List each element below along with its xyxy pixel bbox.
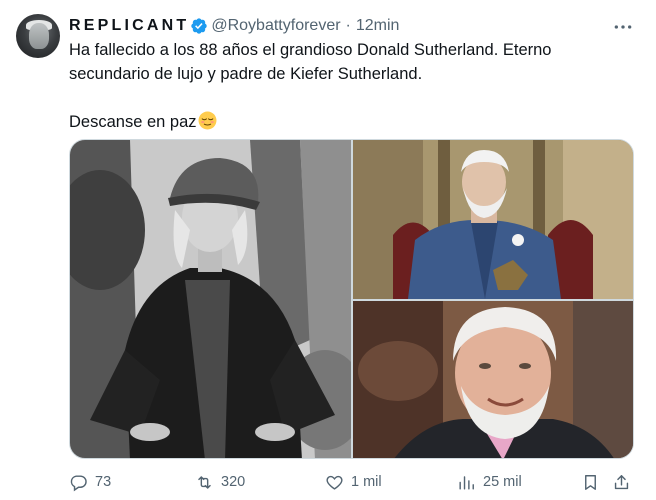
tweet-card: REPLICANT @Roybattyforever · 12min Ha fa… xyxy=(0,0,656,500)
user-handle[interactable]: @Roybattyforever xyxy=(211,17,340,35)
views-button[interactable]: 25 mil xyxy=(457,470,522,494)
verified-badge-icon xyxy=(191,18,208,34)
share-icon xyxy=(614,474,629,489)
relieved-face-emoji xyxy=(198,111,216,130)
views-icon xyxy=(459,475,474,490)
tweet-text: Ha fallecido a los 88 años el grandioso … xyxy=(69,38,629,134)
photo-man-in-blue-uniform[interactable] xyxy=(353,140,633,299)
tweet-header: REPLICANT @Roybattyforever · 12min xyxy=(69,15,399,37)
retweet-count: 320 xyxy=(221,474,246,490)
bookmark-button[interactable] xyxy=(581,470,600,494)
tweet-paragraph: Ha fallecido a los 88 años el grandioso … xyxy=(69,41,552,83)
retweet-icon xyxy=(198,475,211,489)
portrait-illustration xyxy=(70,140,351,458)
tweet-actions: 73 320 1 mil 25 mil xyxy=(69,470,634,494)
separator-dot: · xyxy=(345,17,351,34)
tweet-closing-text: Descanse en paz xyxy=(69,113,197,131)
media-grid xyxy=(69,139,634,459)
throne-illustration xyxy=(353,140,633,299)
retweet-button[interactable]: 320 xyxy=(195,470,245,494)
more-icon xyxy=(614,25,632,29)
bookmark-icon xyxy=(585,474,596,490)
smiling-man-illustration xyxy=(353,301,633,458)
reply-button[interactable]: 73 xyxy=(69,470,111,494)
like-button[interactable]: 1 mil xyxy=(325,470,382,494)
display-name[interactable]: REPLICANT xyxy=(69,17,189,35)
photo-smiling-older-man[interactable] xyxy=(353,301,633,458)
reply-icon xyxy=(70,474,87,491)
timestamp[interactable]: 12min xyxy=(356,17,400,35)
photo-black-and-white-portrait[interactable] xyxy=(70,140,351,458)
reply-count: 73 xyxy=(95,474,112,490)
more-options-button[interactable] xyxy=(610,14,636,40)
view-count: 25 mil xyxy=(483,474,522,490)
like-count: 1 mil xyxy=(351,474,382,490)
heart-icon xyxy=(326,475,343,490)
share-button[interactable] xyxy=(612,470,631,494)
tweet-paragraph-closing: Descanse en paz xyxy=(69,110,629,134)
avatar[interactable] xyxy=(16,14,60,58)
